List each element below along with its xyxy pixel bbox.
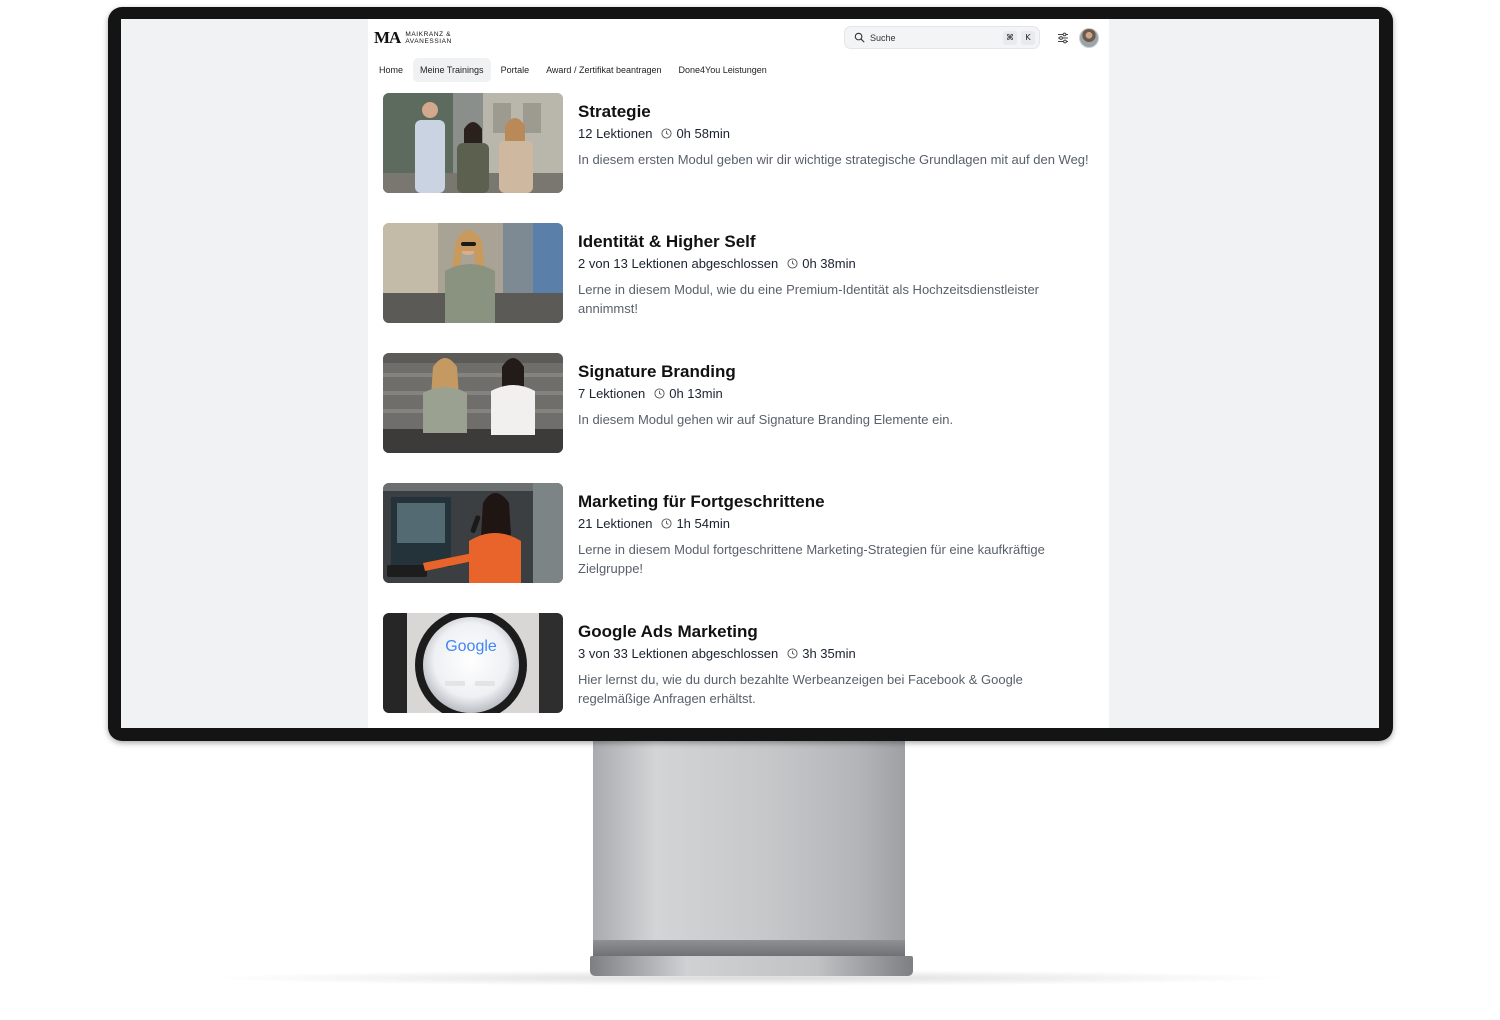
module-thumbnail[interactable] — [383, 93, 563, 193]
module-card-marketing[interactable]: Marketing für Fortgeschrittene 21 Lektio… — [383, 483, 1098, 583]
shortcut-cmd-key: ⌘ — [1003, 30, 1017, 45]
module-card-google-ads[interactable]: Google Google Ads Marketing 3 von 33 Lek… — [383, 613, 1098, 713]
module-thumbnail[interactable] — [383, 223, 563, 323]
module-content: Strategie 12 Lektionen 0h 58min In diese… — [578, 93, 1098, 193]
logo-line-1: MAIKRANZ & — [405, 30, 452, 38]
monitor-mockup: MA MAIKRANZ & AVANESSIAN Suche ⌘ K Home … — [0, 0, 1500, 1020]
search-icon — [854, 32, 865, 43]
nav-item-meine-trainings[interactable]: Meine Trainings — [413, 58, 491, 82]
monitor-screen: MA MAIKRANZ & AVANESSIAN Suche ⌘ K Home … — [121, 19, 1379, 728]
module-list: Strategie 12 Lektionen 0h 58min In diese… — [383, 93, 1098, 713]
module-meta: 7 Lektionen 0h 13min — [578, 385, 1098, 402]
monitor-stand-neck — [593, 741, 905, 956]
module-content: Google Ads Marketing 3 von 33 Lektionen … — [578, 613, 1098, 713]
module-description: In diesem Modul gehen wir auf Signature … — [578, 412, 954, 427]
brand-logo[interactable]: MA MAIKRANZ & AVANESSIAN — [374, 29, 452, 46]
module-description: Hier lernst du, wie du durch bezahlte We… — [578, 672, 1023, 706]
module-duration: 1h 54min — [676, 516, 730, 531]
search-placeholder: Suche — [870, 32, 896, 43]
search-input[interactable]: Suche ⌘ K — [844, 26, 1040, 49]
module-content: Signature Branding 7 Lektionen 0h 13min … — [578, 353, 1098, 453]
module-meta: 12 Lektionen 0h 58min — [578, 125, 1098, 142]
main-nav: Home Meine Trainings Portale Award / Zer… — [372, 58, 777, 82]
clock-icon — [661, 128, 672, 139]
module-thumbnail[interactable] — [383, 353, 563, 453]
module-title[interactable]: Google Ads Marketing — [578, 622, 1098, 642]
nav-item-portale[interactable]: Portale — [494, 58, 537, 82]
module-lessons: 3 von 33 Lektionen abgeschlossen — [578, 646, 779, 661]
clock-icon — [661, 518, 672, 529]
nav-item-award[interactable]: Award / Zertifikat beantragen — [539, 58, 668, 82]
clock-icon — [787, 258, 798, 269]
module-lessons: 2 von 13 Lektionen abgeschlossen — [578, 256, 779, 271]
app-window: MA MAIKRANZ & AVANESSIAN Suche ⌘ K Home … — [368, 19, 1109, 728]
module-meta: 2 von 13 Lektionen abgeschlossen 0h 38mi… — [578, 255, 1098, 272]
module-thumbnail[interactable]: Google — [383, 613, 563, 713]
monitor-stand-foot — [590, 956, 913, 976]
logo-wordmark: MAIKRANZ & AVANESSIAN — [405, 31, 452, 45]
module-description: Lerne in diesem Modul fortgeschrittene M… — [578, 542, 1045, 576]
logo-line-2: AVANESSIAN — [405, 37, 452, 45]
module-card-strategie[interactable]: Strategie 12 Lektionen 0h 58min In diese… — [383, 93, 1098, 193]
sliders-icon[interactable] — [1056, 31, 1070, 45]
module-duration: 0h 13min — [669, 386, 723, 401]
topbar: MA MAIKRANZ & AVANESSIAN Suche ⌘ K — [368, 19, 1109, 55]
clock-icon — [787, 648, 798, 659]
module-duration: 0h 38min — [802, 256, 856, 271]
shortcut-k-key: K — [1021, 30, 1035, 45]
module-lessons: 7 Lektionen — [578, 386, 646, 401]
module-description: In diesem ersten Modul geben wir dir wic… — [578, 152, 1089, 167]
module-title[interactable]: Marketing für Fortgeschrittene — [578, 492, 1098, 512]
clock-icon — [654, 388, 665, 399]
module-content: Marketing für Fortgeschrittene 21 Lektio… — [578, 483, 1098, 583]
module-duration: 3h 35min — [802, 646, 856, 661]
module-meta: 3 von 33 Lektionen abgeschlossen 3h 35mi… — [578, 645, 1098, 662]
module-lessons: 12 Lektionen — [578, 126, 653, 141]
nav-item-done4you[interactable]: Done4You Leistungen — [672, 58, 774, 82]
module-thumbnail[interactable] — [383, 483, 563, 583]
module-lessons: 21 Lektionen — [578, 516, 653, 531]
module-meta: 21 Lektionen 1h 54min — [578, 515, 1098, 532]
nav-item-home[interactable]: Home — [372, 58, 410, 82]
module-card-identitaet[interactable]: Identität & Higher Self 2 von 13 Lektion… — [383, 223, 1098, 323]
module-title[interactable]: Identität & Higher Self — [578, 232, 1098, 252]
user-avatar[interactable] — [1079, 28, 1099, 48]
module-title[interactable]: Signature Branding — [578, 362, 1098, 382]
module-content: Identität & Higher Self 2 von 13 Lektion… — [578, 223, 1098, 323]
module-card-signature-branding[interactable]: Signature Branding 7 Lektionen 0h 13min … — [383, 353, 1098, 453]
module-title[interactable]: Strategie — [578, 102, 1098, 122]
module-duration: 0h 58min — [676, 126, 730, 141]
google-logo-text: Google — [445, 638, 497, 655]
logo-mark: MA — [374, 28, 401, 47]
module-description: Lerne in diesem Modul, wie du eine Premi… — [578, 282, 1039, 316]
